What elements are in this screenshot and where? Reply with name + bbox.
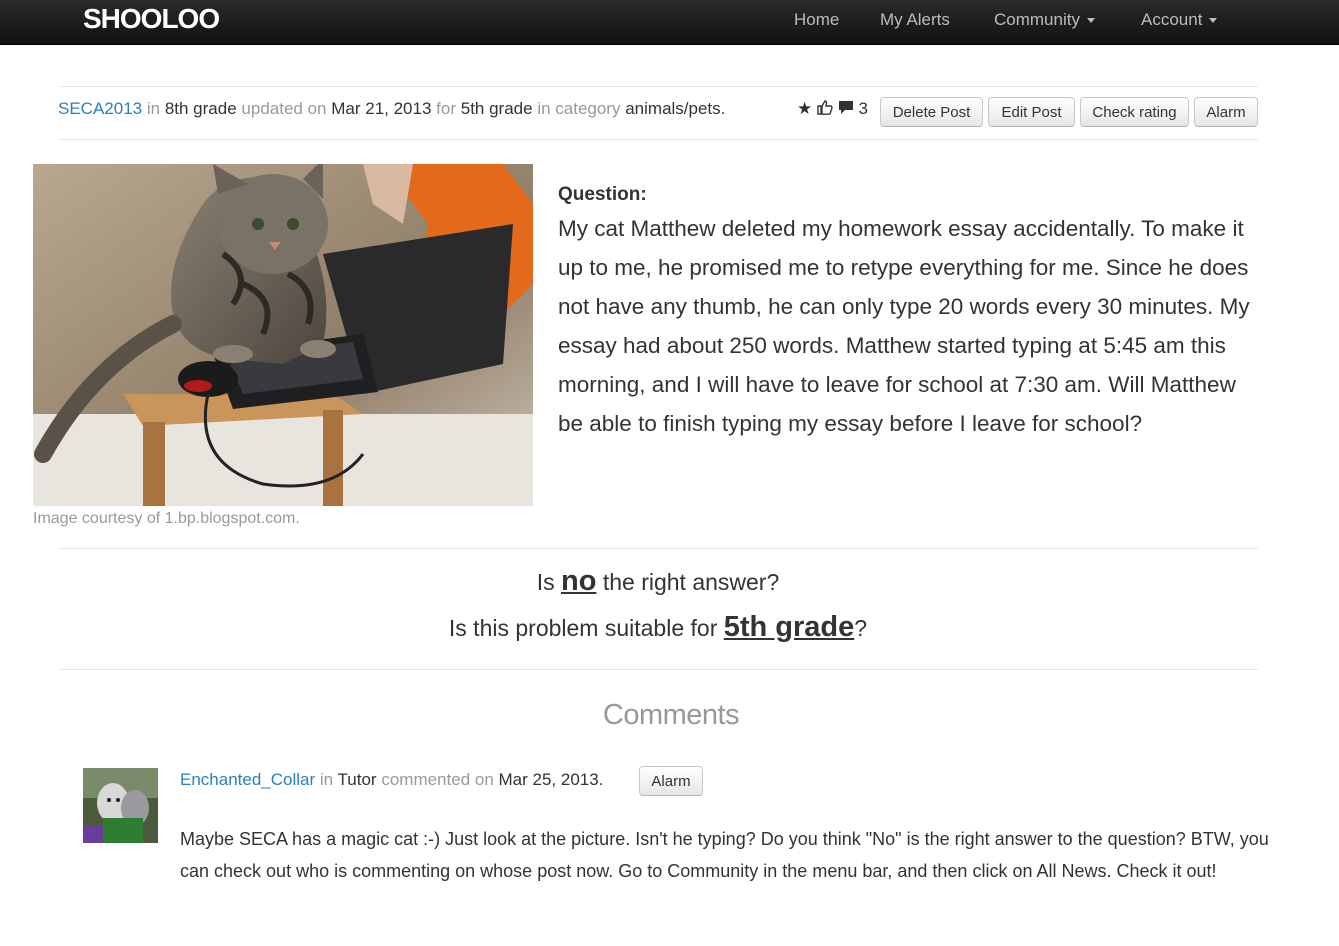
caret-down-icon <box>1209 18 1218 24</box>
answer-check-line: Is no the right answer? <box>58 565 1258 598</box>
comment-count: 3 <box>858 99 868 118</box>
in-text: in <box>146 99 161 118</box>
answer-prefix: Is <box>536 569 555 595</box>
author-grade: 8th grade <box>164 99 237 118</box>
comment-alarm-button[interactable]: Alarm <box>639 766 703 796</box>
post-stats: ★ 3 <box>797 99 868 119</box>
post-meta: SECA2013 in 8th grade updated on Mar 21,… <box>58 99 725 119</box>
nav-community[interactable]: Community <box>994 10 1095 30</box>
avatar[interactable] <box>83 768 158 843</box>
post-author-link[interactable]: SECA2013 <box>58 99 142 118</box>
commented-on-text: commented on <box>381 770 494 789</box>
caret-down-icon <box>1086 18 1095 24</box>
comment-date: Mar 25, 2013. <box>498 770 604 789</box>
answer-suffix: the right answer? <box>602 569 780 595</box>
question-label: Question: <box>558 184 647 205</box>
post-category: animals/pets. <box>625 99 726 118</box>
comment-meta: Enchanted_Collar in Tutor commented on M… <box>180 770 603 790</box>
comment-role: Tutor <box>337 770 377 789</box>
in-category-text: in category <box>537 99 621 118</box>
divider <box>58 669 1258 670</box>
navbar: SHOOLOO Home My Alerts Community Account <box>0 0 1339 45</box>
delete-post-button[interactable]: Delete Post <box>880 97 983 127</box>
alarm-button[interactable]: Alarm <box>1194 97 1258 127</box>
comment-text: Maybe SECA has a magic cat :-) Just look… <box>180 829 1269 881</box>
star-icon[interactable]: ★ <box>797 99 812 118</box>
nav-account-label: Account <box>1141 10 1203 29</box>
for-text: for <box>436 99 456 118</box>
image-caption: Image courtesy of 1.bp.blogspot.com. <box>33 510 300 527</box>
divider <box>58 139 1258 140</box>
answer-value[interactable]: no <box>561 565 596 597</box>
grade-check-line: Is this problem suitable for 5th grade? <box>58 611 1258 644</box>
check-rating-button[interactable]: Check rating <box>1080 97 1189 127</box>
grade-value[interactable]: 5th grade <box>724 611 855 643</box>
grade-suffix: ? <box>854 615 868 641</box>
divider <box>58 548 1258 549</box>
comment-author-link[interactable]: Enchanted_Collar <box>180 770 315 789</box>
nav-home[interactable]: Home <box>794 10 839 30</box>
brand-logo[interactable]: SHOOLOO <box>83 3 220 35</box>
question-text: My cat Matthew deleted my homework essay… <box>558 216 1250 436</box>
post-image-cat-laptop <box>33 164 533 506</box>
comments-heading: Comments <box>602 699 740 731</box>
target-grade: 5th grade <box>460 99 533 118</box>
nav-community-label: Community <box>994 10 1080 29</box>
in-text: in <box>319 770 334 789</box>
grade-prefix: Is this problem suitable for <box>448 615 718 641</box>
divider <box>58 86 1258 87</box>
edit-post-button[interactable]: Edit Post <box>988 97 1075 127</box>
updated-on-text: updated on <box>241 99 327 118</box>
thumbs-up-icon[interactable] <box>817 99 838 118</box>
nav-account[interactable]: Account <box>1141 10 1218 30</box>
post-date: Mar 21, 2013 <box>331 99 432 118</box>
nav-my-alerts[interactable]: My Alerts <box>880 10 950 30</box>
comment-icon[interactable] <box>838 99 859 118</box>
